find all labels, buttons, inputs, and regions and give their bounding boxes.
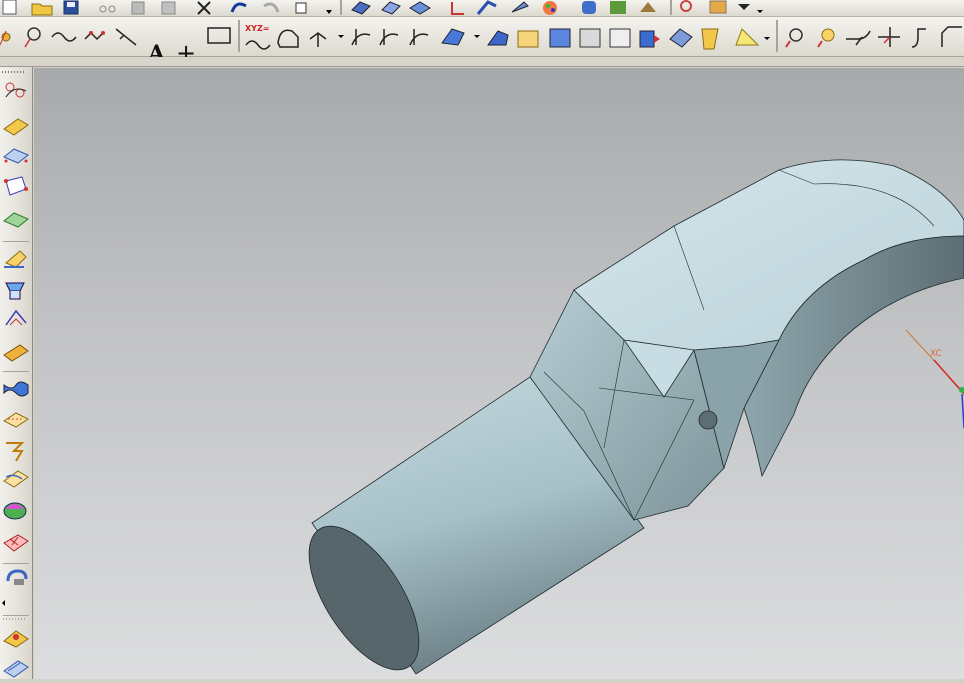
hammer-part[interactable]: [287, 159, 964, 679]
rectangle-icon[interactable]: [207, 27, 231, 44]
separator: [3, 241, 29, 242]
spline-icon[interactable]: [51, 32, 77, 42]
point-icon[interactable]: +: [176, 39, 196, 67]
wcs-icon[interactable]: [451, 2, 464, 15]
separator: [340, 0, 342, 15]
cut-icon[interactable]: [99, 5, 116, 13]
redo-icon[interactable]: [263, 2, 280, 13]
paste-icon[interactable]: [161, 1, 176, 15]
edit-curve-icon[interactable]: [409, 29, 429, 46]
rib-surface-icon[interactable]: [3, 344, 29, 362]
fillet-curve-icon[interactable]: [911, 28, 926, 48]
overflow-chevron-icon[interactable]: [2, 600, 5, 606]
studio-spline-icon[interactable]: [84, 31, 105, 41]
xyz-function-label[interactable]: XYZ=: [245, 24, 269, 33]
bridge-curve-icon[interactable]: [309, 32, 344, 47]
standard-toolbar: [0, 0, 964, 17]
circle-icon[interactable]: [24, 27, 41, 48]
delete-icon[interactable]: [197, 1, 211, 15]
save-icon[interactable]: [63, 0, 79, 15]
combined-curve-icon[interactable]: [669, 28, 693, 48]
curvature-comb-icon[interactable]: [817, 28, 835, 48]
chamfer-curve-icon[interactable]: [941, 26, 962, 47]
color-palette-icon[interactable]: [543, 1, 557, 15]
block-icon[interactable]: [610, 1, 626, 14]
intersect-curve-icon[interactable]: [579, 28, 601, 48]
ruled-surface-icon[interactable]: [3, 148, 29, 164]
wireframe-view-icon[interactable]: [381, 1, 401, 15]
sew-icon[interactable]: [6, 569, 28, 585]
separator: [3, 615, 29, 616]
law-extension-icon[interactable]: [5, 309, 27, 326]
surface-toolbar-icons: [2, 82, 29, 678]
swept-icon[interactable]: [4, 250, 27, 268]
section-curve-icon[interactable]: [549, 28, 571, 48]
x-form-icon[interactable]: [3, 534, 29, 552]
select-filter-icon[interactable]: [295, 2, 332, 14]
trim-curve-icon[interactable]: [351, 29, 371, 46]
project-curve-icon[interactable]: [639, 30, 660, 48]
through-curves-icon[interactable]: [3, 212, 29, 228]
surface-toolbar: [0, 67, 33, 679]
divide-curve-icon[interactable]: [379, 29, 399, 46]
styled-blend-icon[interactable]: [6, 442, 25, 462]
global-shaping-icon[interactable]: [3, 502, 27, 520]
copy-icon[interactable]: [131, 1, 145, 15]
surface-grid-icon[interactable]: [517, 30, 539, 48]
shaded-view-icon[interactable]: [351, 1, 371, 15]
point-set-icon[interactable]: [0, 30, 11, 46]
offset-in-face-icon[interactable]: [735, 28, 770, 46]
curve-analysis-icon[interactable]: [785, 28, 803, 48]
extract-geometry-icon[interactable]: [487, 30, 509, 46]
toolbar-dock-strip: [0, 57, 964, 67]
through-points-icon[interactable]: [5, 82, 27, 98]
bounded-plane-icon[interactable]: [4, 176, 28, 196]
helix-icon[interactable]: [115, 28, 137, 46]
undo-icon[interactable]: [230, 2, 247, 13]
inspect-icon[interactable]: [680, 0, 692, 12]
toolbar-grip[interactable]: [2, 71, 26, 73]
blend-icon[interactable]: [3, 412, 29, 428]
cylinder-icon[interactable]: [582, 1, 596, 14]
extend-curve-icon[interactable]: [846, 30, 871, 46]
isoparametric-curve-icon[interactable]: [609, 28, 631, 48]
separator: [670, 0, 672, 15]
open-icon[interactable]: [31, 3, 53, 16]
extruded-body-icon[interactable]: [5, 282, 25, 300]
styled-sweep-icon[interactable]: [3, 470, 29, 488]
model-view[interactable]: XC: [34, 68, 964, 679]
feature-icon[interactable]: [640, 2, 656, 12]
xc-axis-label: XC: [930, 349, 942, 359]
curve-toolbar-icons: A + XYZ=: [0, 20, 962, 67]
fan-icon[interactable]: [476, 0, 497, 15]
separator: [3, 563, 29, 564]
separator: [238, 20, 240, 52]
sketch-icon[interactable]: [511, 1, 529, 13]
layer-icon[interactable]: [409, 1, 431, 15]
ruler-icon[interactable]: [709, 0, 727, 14]
wcs-triad: XC: [905, 329, 964, 429]
standard-toolbar-icons: [2, 0, 763, 16]
mesh-surface-icon[interactable]: [3, 381, 29, 397]
from-poles-icon[interactable]: [3, 118, 29, 136]
wrap-curve-icon[interactable]: [701, 28, 719, 50]
separator: [776, 20, 778, 52]
trim-corner-icon[interactable]: [878, 27, 900, 47]
curve-toolbar: A + XYZ=: [0, 17, 964, 67]
trimmed-sheet-icon[interactable]: [3, 630, 29, 648]
law-curve-icon[interactable]: [245, 40, 271, 50]
text-tool-icon[interactable]: A: [147, 41, 166, 67]
offset-curve-icon[interactable]: [277, 29, 299, 48]
new-icon[interactable]: [2, 0, 17, 15]
offset-surface-icon[interactable]: [3, 660, 29, 678]
graphics-window[interactable]: XC: [34, 68, 964, 679]
sweep-icon[interactable]: [441, 28, 480, 46]
separator: [3, 371, 29, 372]
dropdown-icon[interactable]: [738, 4, 763, 13]
